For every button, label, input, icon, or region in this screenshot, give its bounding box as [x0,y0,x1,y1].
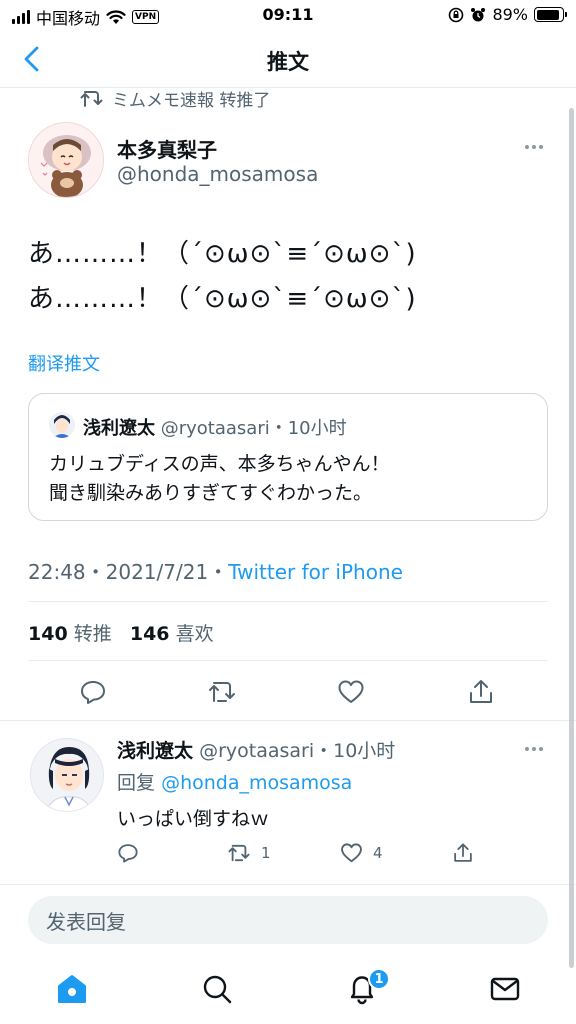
tweet-body: あ………！（´⊙ω⊙`≡´⊙ω⊙`) あ………！（´⊙ω⊙`≡´⊙ω⊙`) [28,232,417,322]
tweet-source-link[interactable]: Twitter for iPhone [228,560,403,584]
like-icon [338,680,364,703]
reply-reply-button[interactable] [117,842,139,864]
divider [0,884,576,885]
retweet-count: 140 [28,623,68,645]
retweet-icon [209,682,235,702]
quoted-avatar-illustration [49,412,75,438]
reply-more-button[interactable] [525,744,549,754]
reply-to-link[interactable]: @honda_mosamosa [161,772,352,794]
retweet-label: 转推 [73,623,112,645]
tab-bar [0,958,576,1024]
lock-rotation-icon [449,7,464,22]
like-icon [341,843,362,863]
avatar-illustration [29,123,103,197]
home-icon [58,975,86,1003]
retweet-icon [228,844,250,862]
quoted-tweet[interactable]: 浅利遼太 @ryotaasari・10小时 カリュブディスの声、本多ちゃんやん！… [28,393,548,521]
reply-compose-input[interactable]: 发表回复 [28,896,548,944]
retweets-stat[interactable]: 140 转推 [28,623,112,645]
quoted-line: 聞き馴染みありすぎてすぐわかった。 [49,482,373,504]
retweet-context-label: ミムメモ速報 转推了 [112,91,271,111]
author-avatar[interactable] [28,122,104,198]
likes-stat[interactable]: 146 喜欢 [130,623,214,645]
reply-button[interactable] [76,675,110,709]
compose-placeholder: 发表回复 [46,909,126,934]
reply-retweet-count: 1 [261,844,271,862]
like-label: 喜欢 [175,623,214,645]
reply-icon [118,844,138,863]
notification-badge: 1 [368,968,390,990]
battery-icon [534,7,567,22]
author-name[interactable]: 本多真梨子 [117,134,217,163]
quoted-avatar [49,412,75,438]
tab-home[interactable] [55,972,89,1006]
reply-avatar-illustration [31,739,103,811]
reply-retweet-button[interactable]: 1 [227,842,271,864]
reply-avatar[interactable] [30,738,104,812]
author-handle[interactable]: @honda_mosamosa [117,162,318,186]
divider [28,660,548,661]
reply-share-button[interactable] [452,842,474,864]
share-icon [454,843,472,862]
reply-like-count: 4 [373,844,383,862]
translate-tweet-link[interactable]: 翻译推文 [28,350,100,376]
share-icon [470,680,492,703]
reply-to-line: 回复 @honda_mosamosa [117,768,352,795]
tweet-line: あ………！（´⊙ω⊙`≡´⊙ω⊙`) [28,239,417,269]
quoted-header: 浅利遼太 @ryotaasari・10小时 [83,414,347,440]
reply-header: 浅利遼太 @ryotaasari・10小时 [117,736,395,763]
more-icon [525,145,529,149]
tweet-more-button[interactable] [525,142,549,152]
quoted-name: 浅利遼太 [83,418,155,439]
reply-author-name[interactable]: 浅利遼太 [117,740,193,762]
more-icon [525,747,529,751]
mail-icon [490,977,520,1001]
scrollbar[interactable] [569,108,574,968]
search-icon [203,975,232,1004]
divider [0,720,576,721]
nav-bar: 推文 [0,32,576,88]
reply-like-button[interactable]: 4 [340,842,383,864]
divider [28,601,548,602]
status-right: 89% [448,5,567,24]
reply-text: いっぱい倒すねｗ [117,808,270,830]
alarm-icon [471,7,486,21]
quoted-handle-time: @ryotaasari・10小时 [160,418,347,439]
tweet-stats: 140 转推 146 喜欢 [28,619,214,646]
quoted-text: カリュブディスの声、本多ちゃんやん！ 聞き馴染みありすぎてすぐわかった。 [49,450,390,508]
tweet-meta: 22:48・2021/7/21・Twitter for iPhone [28,556,403,585]
battery-percent: 89% [492,5,528,24]
retweet-button[interactable] [205,675,239,709]
like-button[interactable] [334,675,368,709]
tweet-timestamp: 22:48・2021/7/21・ [28,560,229,584]
tab-search[interactable] [200,972,234,1006]
quoted-line: カリュブディスの声、本多ちゃんやん！ [49,453,390,475]
reply-icon [81,681,105,704]
retweet-context[interactable]: ミムメモ速報 转推了 [80,86,270,111]
tweet-line: あ………！（´⊙ω⊙`≡´⊙ω⊙`) [28,284,417,314]
page-title: 推文 [267,50,309,74]
retweet-icon [80,90,103,107]
tab-messages[interactable] [488,972,522,1006]
battery-fill [536,9,559,20]
reply-handle-time: @ryotaasari・10小时 [199,740,396,762]
like-count: 146 [129,623,170,645]
status-bar: 中国移动 VPN 09:11 89% [0,0,576,32]
reply-prefix: 回复 [117,772,156,794]
share-button[interactable] [464,675,498,709]
